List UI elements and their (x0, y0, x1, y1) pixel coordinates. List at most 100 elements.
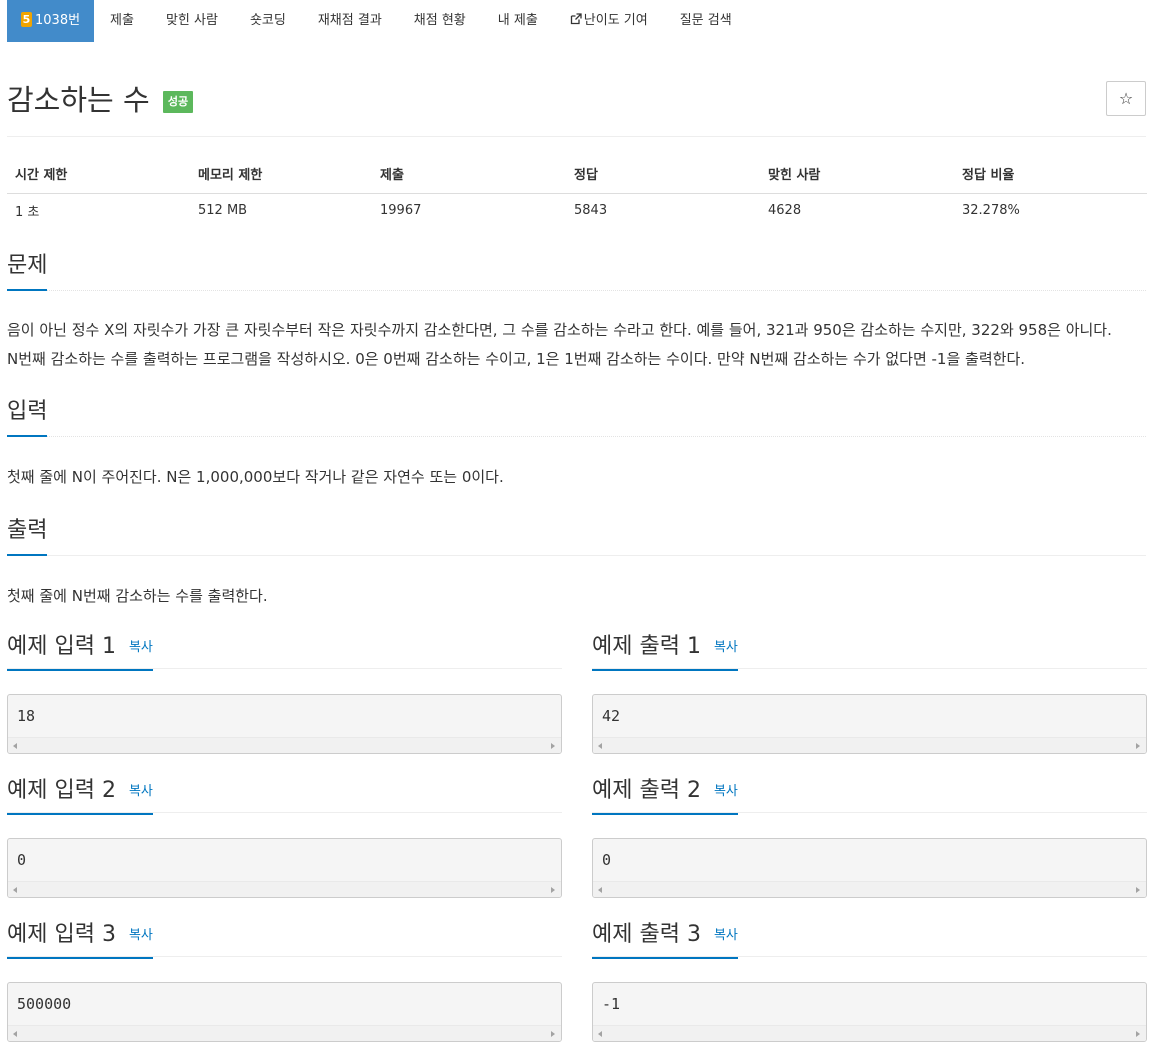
sample-output-2: 예제 출력 2 복사 0 (592, 779, 1147, 898)
status-badge: 성공 (162, 91, 194, 113)
sample-input-box[interactable]: 18 (7, 694, 562, 754)
sample-input-value: 18 (17, 707, 36, 725)
problem-menu: 5 1038번 제출 맞힌 사람 숏코딩 재채점 결과 채점 현황 내 제출 난이… (7, 0, 1146, 42)
sample-output-3: 예제 출력 3 복사 -1 (592, 923, 1147, 1042)
sample-input-title: 예제 입력 1 복사 (7, 635, 153, 671)
problem-title: 감소하는 수 성공 (7, 80, 194, 120)
copy-button[interactable]: 복사 (129, 928, 153, 943)
sample-input-title: 예제 입력 2 복사 (7, 779, 153, 815)
horizontal-scrollbar[interactable] (8, 881, 561, 897)
sample-output-title: 예제 출력 1 복사 (592, 635, 738, 671)
sample-output-value: 0 (602, 851, 612, 869)
scroll-left-icon[interactable] (598, 1031, 602, 1037)
scroll-right-icon[interactable] (551, 743, 555, 749)
sample-output-header: 예제 출력 1 복사 (592, 635, 1147, 671)
table-row: 1 초 512 MB 19967 5843 4628 32.278% (7, 193, 1147, 227)
header-memory-limit: 메모리 제한 (190, 155, 372, 194)
sample-row-1: 예제 입력 1 복사 18 예제 출력 1 복사 42 (7, 635, 1147, 754)
accepted-users-value: 4628 (768, 202, 802, 218)
sample-input-2: 예제 입력 2 복사 0 (7, 779, 562, 898)
header-time-limit: 시간 제한 (7, 155, 190, 194)
header-correct: 정답 (566, 155, 760, 194)
copy-button[interactable]: 복사 (714, 784, 738, 799)
tab-problem[interactable]: 5 1038번 (7, 0, 95, 42)
sample-input-title-text: 예제 입력 1 (7, 634, 116, 659)
star-button[interactable]: ☆ (1106, 81, 1146, 116)
sample-input-title: 예제 입력 3 복사 (7, 923, 153, 959)
accuracy-value: 32.278% (962, 202, 1020, 218)
scroll-left-icon[interactable] (13, 887, 17, 893)
sample-input-header: 예제 입력 2 복사 (7, 779, 562, 815)
header-submissions: 제출 (372, 155, 566, 194)
section-output-header: 출력 (7, 516, 1146, 556)
sample-row-2: 예제 입력 2 복사 0 예제 출력 2 복사 0 (7, 779, 1147, 898)
tab-judge-status[interactable]: 채점 현황 (398, 0, 482, 42)
scroll-right-icon[interactable] (551, 887, 555, 893)
scroll-left-icon[interactable] (598, 887, 602, 893)
horizontal-scrollbar[interactable] (593, 737, 1146, 753)
correct-value: 5843 (574, 202, 608, 218)
sample-input-header: 예제 입력 1 복사 (7, 635, 562, 671)
copy-button[interactable]: 복사 (129, 784, 153, 799)
description-line: 음이 아닌 정수 X의 자릿수가 가장 큰 자릿수부터 작은 자릿수까지 감소한… (7, 321, 1112, 339)
sample-input-title-text: 예제 입력 2 (7, 778, 116, 803)
header-accuracy: 정답 비율 (954, 155, 1147, 194)
sample-input-box[interactable]: 0 (7, 838, 562, 898)
sample-output-title-text: 예제 출력 3 (592, 922, 701, 947)
scroll-left-icon[interactable] (598, 743, 602, 749)
sample-output-box[interactable]: 0 (592, 838, 1147, 898)
tab-question-search[interactable]: 질문 검색 (664, 0, 748, 42)
tab-my-submissions[interactable]: 내 제출 (482, 0, 554, 42)
sample-output-title: 예제 출력 2 복사 (592, 779, 738, 815)
scroll-left-icon[interactable] (13, 743, 17, 749)
horizontal-scrollbar[interactable] (8, 737, 561, 753)
sample-input-box[interactable]: 500000 (7, 982, 562, 1042)
section-input-title: 입력 (7, 397, 48, 437)
sample-input-1: 예제 입력 1 복사 18 (7, 635, 562, 754)
scroll-right-icon[interactable] (1136, 743, 1140, 749)
section-description-title: 문제 (7, 251, 48, 291)
sample-output-box[interactable]: -1 (592, 982, 1147, 1042)
sample-input-header: 예제 입력 3 복사 (7, 923, 562, 959)
sample-output-value: 42 (602, 707, 621, 725)
problem-number: 1038번 (35, 13, 81, 28)
sample-output-box[interactable]: 42 (592, 694, 1147, 754)
copy-button[interactable]: 복사 (129, 640, 153, 655)
tab-difficulty-label: 난이도 기여 (583, 13, 648, 28)
problem-description: 음이 아닌 정수 X의 자릿수가 가장 큰 자릿수부터 작은 자릿수까지 감소한… (7, 316, 1146, 374)
sample-output-title-text: 예제 출력 1 (592, 634, 701, 659)
sample-input-value: 500000 (17, 995, 72, 1013)
tab-difficulty-contribution[interactable]: 난이도 기여 (554, 0, 664, 42)
sample-output-title-text: 예제 출력 2 (592, 778, 701, 803)
sample-output-header: 예제 출력 2 복사 (592, 779, 1147, 815)
horizontal-scrollbar[interactable] (8, 1025, 561, 1041)
tier-badge: 5 (21, 12, 32, 27)
table-header-row: 시간 제한 메모리 제한 제출 정답 맞힌 사람 정답 비율 (7, 155, 1147, 194)
tab-submit[interactable]: 제출 (94, 0, 150, 42)
sample-input-3: 예제 입력 3 복사 500000 (7, 923, 562, 1042)
sample-output-header: 예제 출력 3 복사 (592, 923, 1147, 959)
tab-short-coding[interactable]: 숏코딩 (234, 0, 302, 42)
memory-limit-value: 512 MB (198, 202, 248, 218)
external-link-icon (570, 13, 582, 25)
scroll-right-icon[interactable] (1136, 887, 1140, 893)
horizontal-scrollbar[interactable] (593, 881, 1146, 897)
tab-rejudge-results[interactable]: 재채점 결과 (302, 0, 398, 42)
scroll-right-icon[interactable] (551, 1031, 555, 1037)
problem-title-row: 감소하는 수 성공 ☆ (7, 42, 1146, 137)
tab-accepted-users[interactable]: 맞힌 사람 (150, 0, 234, 42)
scroll-right-icon[interactable] (1136, 1031, 1140, 1037)
sample-output-title: 예제 출력 3 복사 (592, 923, 738, 959)
time-limit-value: 1 초 (15, 204, 40, 220)
horizontal-scrollbar[interactable] (593, 1025, 1146, 1041)
sample-input-title-text: 예제 입력 3 (7, 922, 116, 947)
sample-input-value: 0 (17, 851, 27, 869)
copy-button[interactable]: 복사 (714, 928, 738, 943)
header-accepted-users: 맞힌 사람 (760, 155, 954, 194)
output-description: 첫째 줄에 N번째 감소하는 수를 출력한다. (7, 587, 268, 605)
scroll-left-icon[interactable] (13, 1031, 17, 1037)
sample-output-1: 예제 출력 1 복사 42 (592, 635, 1147, 754)
copy-button[interactable]: 복사 (714, 640, 738, 655)
description-line: N번째 감소하는 수를 출력하는 프로그램을 작성하시오. 0은 0번째 감소하… (7, 350, 1026, 368)
star-icon: ☆ (1118, 89, 1134, 108)
